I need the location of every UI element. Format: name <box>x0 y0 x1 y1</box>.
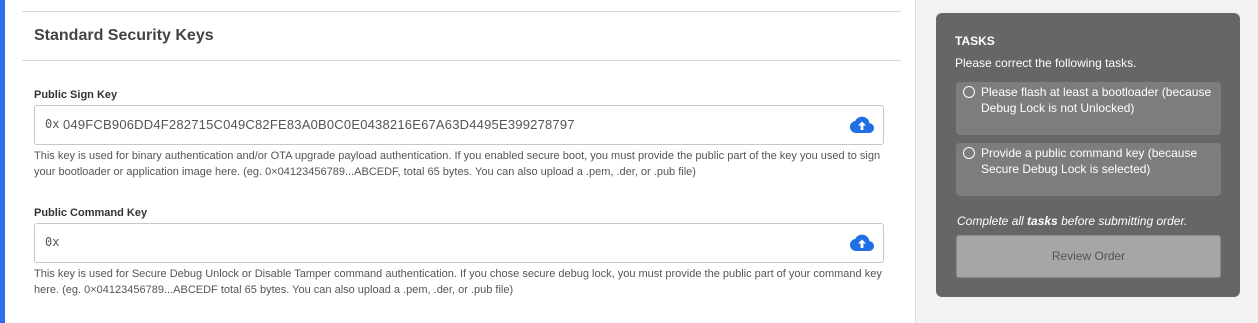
public-sign-key-field[interactable]: 0x 049FCB906DD4F282715C049C82FE83A0B0C0E… <box>34 105 884 145</box>
divider <box>22 11 901 12</box>
tasks-heading: TASKS <box>955 34 995 48</box>
complete-note-prefix: Complete all <box>957 214 1028 228</box>
public-sign-key-help: This key is used for binary authenticati… <box>34 150 881 178</box>
hex-prefix: 0x <box>45 235 60 249</box>
task-item[interactable]: Provide a public command key (because Se… <box>956 143 1221 196</box>
cloud-upload-icon[interactable] <box>849 115 875 135</box>
divider <box>22 60 901 61</box>
public-sign-key-input[interactable]: 049FCB906DD4F282715C049C82FE83A0B0C0E043… <box>63 117 575 132</box>
review-order-button[interactable]: Review Order <box>956 235 1221 278</box>
task-item[interactable]: Please flash at least a bootloader (beca… <box>956 82 1221 135</box>
radio-icon[interactable] <box>963 86 975 98</box>
task-text: Provide a public command key (because Se… <box>981 146 1198 176</box>
public-command-key-label: Public Command Key <box>34 207 148 219</box>
tasks-intro: Please correct the following tasks. <box>955 56 1137 70</box>
radio-icon[interactable] <box>963 147 975 159</box>
task-text: Please flash at least a bootloader (beca… <box>981 85 1212 115</box>
complete-note-suffix: before submitting order. <box>1057 214 1188 228</box>
hex-prefix: 0x <box>45 117 60 131</box>
complete-note-bold: tasks <box>1027 214 1058 228</box>
public-command-key-help: This key is used for Secure Debug Unlock… <box>34 268 882 296</box>
main-content: Standard Security Keys Public Sign Key 0… <box>5 0 915 323</box>
section-title: Standard Security Keys <box>34 27 214 44</box>
complete-note: Complete all tasks before submitting ord… <box>957 214 1187 228</box>
public-sign-key-label: Public Sign Key <box>34 89 118 101</box>
public-command-key-field[interactable]: 0x <box>34 223 884 263</box>
sidebar: TASKS Please correct the following tasks… <box>915 0 1258 323</box>
cloud-upload-icon[interactable] <box>849 233 875 253</box>
tasks-panel: TASKS Please correct the following tasks… <box>936 13 1240 297</box>
